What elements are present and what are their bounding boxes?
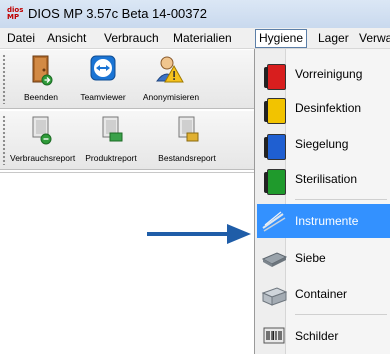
menu-verbrauch[interactable]: Verbrauch [101, 30, 162, 46]
desinfektion-label: Desinfektion [295, 101, 362, 115]
anonymize-user-icon [156, 56, 184, 83]
red-book-icon [261, 61, 287, 90]
container-icon [261, 287, 287, 306]
exit-door-icon [32, 55, 53, 86]
menu-lager[interactable]: Lager [315, 30, 352, 46]
window-title: DIOS MP 3.57c Beta 14-00372 [28, 6, 207, 21]
application-window: dios MP DIOS MP 3.57c Beta 14-00372 Date… [0, 0, 390, 355]
menu-item-siegelung[interactable]: Siegelung [257, 127, 390, 161]
siegelung-label: Siegelung [295, 137, 349, 151]
beenden-button[interactable]: Beenden [10, 54, 72, 104]
produktreport-button[interactable]: Produktreport [80, 115, 142, 165]
verbrauchsreport-button[interactable]: Verbrauchsreport [10, 115, 76, 165]
menu-item-siebe[interactable]: Siebe [257, 241, 390, 275]
menu-item-schilder[interactable]: Schilder [257, 319, 390, 353]
siebe-label: Siebe [295, 251, 326, 265]
menu-separator [295, 314, 387, 315]
toolbar-main: Beenden Teamviewer Anonymisieren [0, 50, 254, 109]
sterilisation-label: Sterilisation [295, 172, 358, 186]
app-logo-icon: dios MP [7, 7, 23, 21]
anonymisieren-label: Anonymisieren [142, 92, 200, 102]
green-book-icon [261, 166, 287, 195]
teamviewer-button[interactable]: Teamviewer [72, 54, 134, 104]
menu-separator [295, 199, 387, 200]
menu-item-sterilisation[interactable]: Sterilisation [257, 162, 390, 196]
container-label: Container [295, 287, 348, 301]
menu-item-container[interactable]: Container [257, 277, 390, 311]
report-icon [178, 116, 199, 142]
toolbar-grip-handle[interactable] [2, 115, 7, 165]
title-bar: dios MP DIOS MP 3.57c Beta 14-00372 [0, 0, 390, 28]
verbrauchsreport-label: Verbrauchsreport [10, 153, 76, 163]
instrumente-label: Instrumente [295, 214, 359, 228]
menu-item-vorreinigung[interactable]: Vorreinigung [257, 57, 390, 91]
app-logo-text-bottom: MP [7, 13, 20, 21]
instruments-icon [262, 211, 286, 232]
menu-verwaltung[interactable]: Verwa [356, 30, 390, 46]
report-icon [102, 116, 123, 142]
toolbar-grip-handle[interactable] [2, 54, 7, 104]
report-icon [32, 116, 52, 145]
menu-datei[interactable]: Datei [4, 30, 38, 46]
menu-item-instrumente[interactable]: Instrumente [257, 204, 390, 238]
menu-bar: Datei Ansicht Verbrauch Materialien Hygi… [0, 28, 390, 49]
menu-item-desinfektion[interactable]: Desinfektion [257, 91, 390, 125]
teamviewer-icon [90, 55, 116, 81]
vorreinigung-label: Vorreinigung [295, 67, 363, 81]
tray-icon [261, 252, 287, 267]
toolbar-reports: Verbrauchsreport Produktreport Bestandsr… [0, 111, 254, 170]
produktreport-label: Produktreport [85, 153, 137, 163]
menu-materialien[interactable]: Materialien [170, 30, 235, 46]
bestandsreport-label: Bestandsreport [158, 153, 216, 163]
main-workspace [0, 172, 254, 355]
pointer-arrow-icon [147, 224, 251, 244]
hygiene-dropdown-menu: Vorreinigung Desinfektion Siegelung Ster… [254, 49, 390, 354]
menu-ansicht[interactable]: Ansicht [44, 30, 89, 46]
schilder-label: Schilder [295, 329, 339, 343]
menu-hygiene[interactable]: Hygiene [255, 29, 308, 48]
barcode-label-icon [263, 327, 285, 344]
teamviewer-label: Teamviewer [80, 92, 126, 102]
blue-book-icon [261, 131, 287, 160]
anonymisieren-button[interactable]: Anonymisieren [140, 54, 202, 104]
yellow-book-icon [261, 95, 287, 124]
beenden-label: Beenden [23, 92, 59, 102]
bestandsreport-button[interactable]: Bestandsreport [156, 115, 218, 165]
